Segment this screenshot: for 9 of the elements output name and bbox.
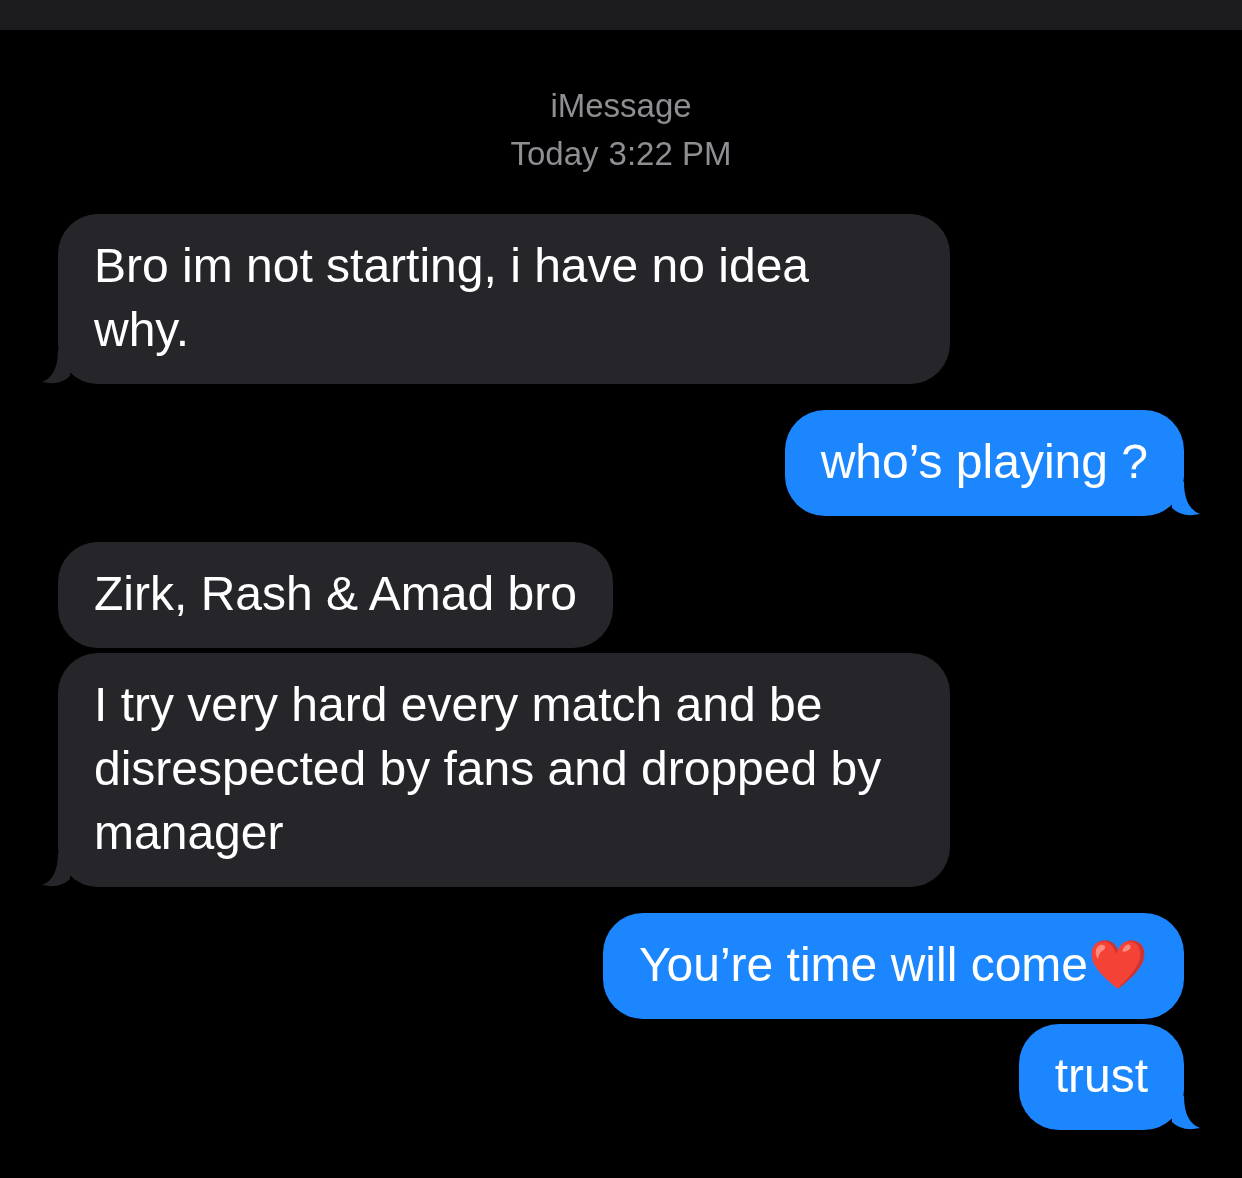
bubble-tail-icon xyxy=(42,853,70,887)
bubble-tail-icon xyxy=(1172,482,1200,516)
day-label: Today xyxy=(510,134,599,174)
time-label: 3:22 PM xyxy=(608,134,732,174)
service-label: iMessage xyxy=(550,86,692,126)
received-message-bubble: Zirk, Rash & Amad bro xyxy=(58,542,613,648)
bubble-tail-icon xyxy=(42,350,70,384)
sent-message-bubble: You’re time will come❤ xyxy=(602,913,1184,1019)
bubble-tail-icon xyxy=(1172,1096,1200,1130)
